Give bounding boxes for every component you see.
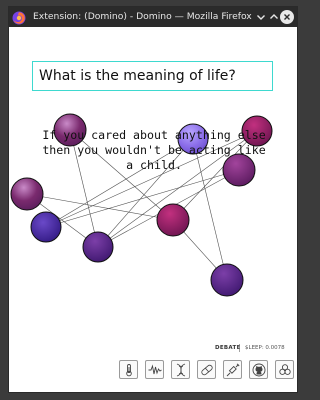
answer-line: then you wouldn't be acting like [42, 143, 266, 157]
thermometer-icon [126, 364, 132, 377]
question-text: What is the meaning of life? [39, 68, 236, 84]
window-title: Extension: (Domino) - Domino — Mozilla F… [33, 11, 252, 22]
sleep-readout: $LEEP: 0.0078 [245, 345, 285, 351]
close-icon[interactable] [280, 10, 294, 24]
answer-line: If you cared about anything else [42, 128, 266, 142]
title-bar: Extension: (Domino) - Domino — Mozilla F… [9, 7, 297, 27]
graph-node[interactable] [30, 211, 62, 243]
graph-node[interactable] [10, 177, 44, 211]
answer-line: a child. [126, 158, 182, 172]
syringe-icon [226, 363, 240, 377]
pill-button[interactable] [197, 360, 216, 379]
graph-node[interactable] [156, 203, 190, 237]
github-button[interactable] [249, 360, 268, 379]
thermometer-button[interactable] [119, 360, 138, 379]
waveform-icon [148, 364, 162, 375]
graph-edge [45, 169, 240, 228]
biohazard-icon [279, 364, 291, 375]
extension-content: What is the meaning of life? If you care… [9, 27, 297, 392]
status-separator: | [238, 343, 241, 352]
pill-icon [201, 364, 213, 376]
chevron-down-icon[interactable] [255, 11, 267, 23]
github-icon [252, 363, 266, 377]
mode-label[interactable]: DEBATE [215, 345, 241, 351]
answer-text: If you cared about anything else then yo… [39, 128, 269, 173]
dna-icon [176, 363, 186, 377]
question-field[interactable]: What is the meaning of life? [32, 61, 273, 91]
graph-node[interactable] [210, 263, 244, 297]
syringe-button[interactable] [223, 360, 242, 379]
graph-node[interactable] [82, 231, 114, 263]
dna-button[interactable] [171, 360, 190, 379]
chevron-up-icon[interactable] [268, 11, 280, 23]
browser-window: Extension: (Domino) - Domino — Mozilla F… [9, 7, 297, 392]
waveform-button[interactable] [145, 360, 164, 379]
biohazard-button[interactable] [275, 360, 294, 379]
firefox-icon [12, 10, 26, 25]
